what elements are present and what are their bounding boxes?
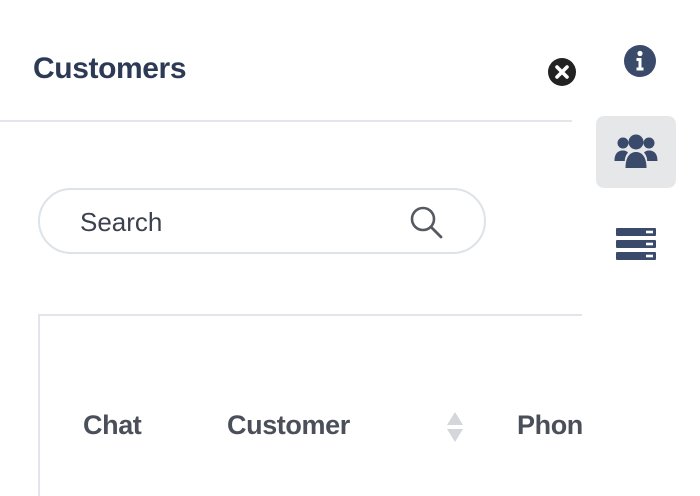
search-box: [38, 188, 486, 254]
sidebar-item-customers[interactable]: [596, 116, 676, 188]
panel-title: Customers: [33, 52, 187, 85]
database-icon: [616, 228, 656, 260]
customers-panel: Customers Chat Customer Phone: [0, 0, 582, 496]
column-header-customer[interactable]: Customer: [227, 410, 350, 441]
column-header-phone[interactable]: Phone: [517, 410, 582, 441]
customers-table: Chat Customer Phone: [38, 314, 582, 496]
sidebar-item-info[interactable]: [596, 25, 676, 97]
column-header-chat: Chat: [83, 410, 142, 440]
panel-header: Customers: [0, 0, 576, 122]
users-icon: [614, 134, 658, 168]
sort-icon[interactable]: [446, 410, 464, 444]
close-button[interactable]: [547, 57, 577, 87]
sidebar-item-database[interactable]: [596, 207, 676, 279]
search-icon[interactable]: [408, 204, 446, 242]
close-circle-icon: [548, 58, 576, 86]
right-sidebar: [582, 0, 700, 496]
info-icon: [624, 45, 656, 77]
search-input[interactable]: [80, 204, 380, 240]
